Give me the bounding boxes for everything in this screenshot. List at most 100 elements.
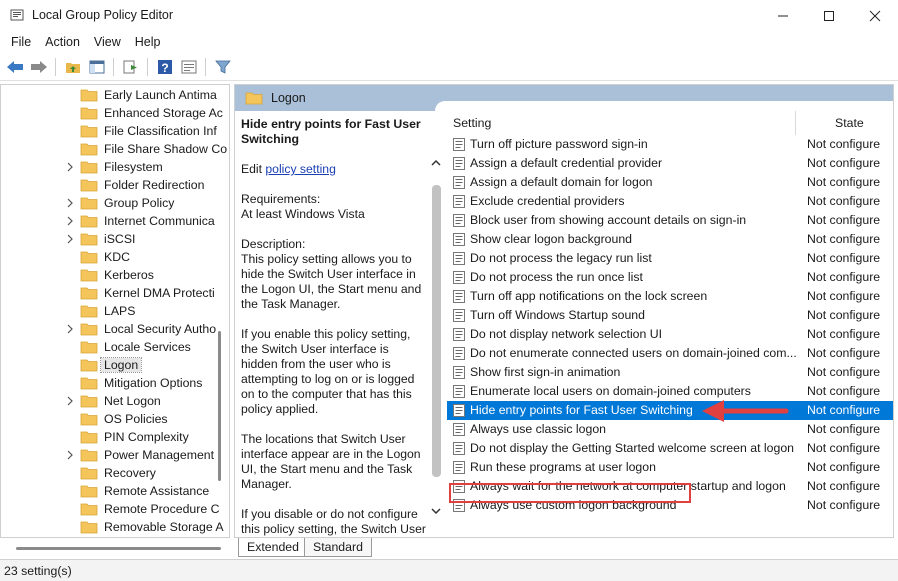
requirements-label: Requirements: [241, 192, 321, 206]
policy-setting-icon [453, 157, 465, 170]
back-button[interactable] [4, 56, 25, 77]
chevron-right-icon[interactable] [65, 450, 75, 460]
folder-icon [80, 179, 98, 192]
column-divider[interactable] [795, 111, 796, 135]
tree-item-label: File Share Shadow Co [104, 142, 228, 156]
tab-standard[interactable]: Standard [304, 538, 372, 557]
tree-item[interactable]: OS Policies [1, 410, 229, 428]
tree-vertical-scrollbar[interactable] [218, 331, 221, 481]
menu-view[interactable]: View [87, 33, 128, 51]
details-pane: Logon Hide entry points for Fast User Sw… [234, 84, 894, 538]
setting-state: Not configure [807, 175, 881, 189]
setting-row[interactable]: Show clear logon background Not configure [447, 230, 893, 249]
help-button[interactable]: ? [154, 56, 175, 77]
folder-icon [80, 341, 98, 354]
policy-setting-icon [453, 442, 465, 455]
minimize-button[interactable] [760, 0, 806, 31]
tree-item[interactable]: Internet Communica [1, 212, 229, 230]
back-arrow-icon [6, 60, 23, 73]
show-hide-tree-button[interactable] [86, 56, 107, 77]
tree-item[interactable]: Remote Assistance [1, 482, 229, 500]
tree-item[interactable]: Kernel DMA Protecti [1, 284, 229, 302]
tree-item-label: Power Management [104, 448, 215, 462]
description-paragraph-4: If you disable or do not configure this … [241, 507, 426, 536]
tree-item[interactable]: Local Security Autho [1, 320, 229, 338]
setting-row[interactable]: Turn off Windows Startup sound Not config… [447, 306, 893, 325]
policy-setting-link[interactable]: policy setting [265, 162, 335, 176]
tree-item[interactable]: File Classification Inf [1, 122, 229, 140]
tree-item[interactable]: Removable Storage A [1, 518, 229, 536]
setting-row[interactable]: Assign a default domain for logon Not con… [447, 173, 893, 192]
setting-row[interactable]: Always use classic logon Not configure [447, 420, 893, 439]
setting-row[interactable]: Assign a default credential provider Not … [447, 154, 893, 173]
setting-name: Show first sign-in animation [470, 365, 621, 379]
tree-item[interactable]: KDC [1, 248, 229, 266]
tree-horizontal-scroll-thumb[interactable] [16, 547, 221, 550]
setting-name: Assign a default credential provider [470, 156, 663, 170]
tree-item[interactable]: Enhanced Storage Ac [1, 104, 229, 122]
description-scroll-down-icon[interactable] [430, 505, 442, 517]
toolbar: ? [0, 53, 898, 81]
requirements-block: Requirements: At least Windows Vista [241, 192, 427, 222]
properties-button[interactable] [178, 56, 199, 77]
chevron-right-icon[interactable] [65, 234, 75, 244]
tree-item-label: Filesystem [104, 160, 163, 174]
tree-item[interactable]: PIN Complexity [1, 428, 229, 446]
extended-description: Hide entry points for Fast User Switchin… [241, 117, 427, 537]
setting-row[interactable]: Run these programs at user logon Not conf… [447, 458, 893, 477]
close-button[interactable] [852, 0, 898, 31]
setting-row[interactable]: Turn off app notifications on the lock s… [447, 287, 893, 306]
description-scroll-thumb[interactable] [432, 185, 441, 477]
filter-button[interactable] [212, 56, 233, 77]
tree-item[interactable]: Logon [1, 356, 229, 374]
menu-help[interactable]: Help [128, 33, 168, 51]
tree-item[interactable]: Kerberos [1, 266, 229, 284]
setting-name: Do not enumerate connected users on doma… [470, 346, 797, 360]
tree-item[interactable]: Remote Procedure C [1, 500, 229, 518]
description-scroll-up-icon[interactable] [430, 157, 442, 169]
menu-file[interactable]: File [4, 33, 38, 51]
setting-state: Not configure [807, 232, 881, 246]
folder-icon [80, 377, 98, 390]
tree-item[interactable]: Recovery [1, 464, 229, 482]
tree-item-label: Early Launch Antima [104, 88, 217, 102]
folder-icon [80, 161, 98, 174]
setting-row[interactable]: Do not enumerate connected users on doma… [447, 344, 893, 363]
setting-row[interactable]: Block user from showing account details … [447, 211, 893, 230]
setting-row[interactable]: Do not display the Getting Started welco… [447, 439, 893, 458]
setting-row[interactable]: Hide entry points for Fast User Switchin… [447, 401, 893, 420]
forward-button[interactable] [28, 56, 49, 77]
tree-item[interactable]: Locale Services [1, 338, 229, 356]
setting-row[interactable]: Do not process the run once list Not conf… [447, 268, 893, 287]
tree-item[interactable]: Mitigation Options [1, 374, 229, 392]
tree-item[interactable]: Early Launch Antima [1, 86, 229, 104]
setting-row[interactable]: Turn off picture password sign-in Not con… [447, 135, 893, 154]
chevron-right-icon[interactable] [65, 396, 75, 406]
tab-extended[interactable]: Extended [238, 538, 308, 557]
setting-row[interactable]: Exclude credential providers Not configur… [447, 192, 893, 211]
tree-item-label: Remote Procedure C [104, 502, 220, 516]
tree-item[interactable]: Folder Redirection [1, 176, 229, 194]
tree-item[interactable]: Net Logon [1, 392, 229, 410]
chevron-right-icon[interactable] [65, 324, 75, 334]
setting-row[interactable]: Show first sign-in animation Not configur… [447, 363, 893, 382]
export-list-button[interactable] [120, 56, 141, 77]
policy-setting-icon [453, 385, 465, 398]
tree-item[interactable]: LAPS [1, 302, 229, 320]
tree-item[interactable]: iSCSI [1, 230, 229, 248]
tree-item-label: Removable Storage A [104, 520, 224, 534]
chevron-right-icon[interactable] [65, 198, 75, 208]
maximize-button[interactable] [806, 0, 852, 31]
setting-row[interactable]: Do not process the legacy run list Not co… [447, 249, 893, 268]
chevron-right-icon[interactable] [65, 162, 75, 172]
tree-item[interactable]: Power Management [1, 446, 229, 464]
setting-row[interactable]: Enumerate local users on domain-joined c… [447, 382, 893, 401]
chevron-right-icon[interactable] [65, 216, 75, 226]
setting-row[interactable]: Do not display network selection UI Not c… [447, 325, 893, 344]
up-one-level-button[interactable] [62, 56, 83, 77]
tree-item[interactable]: Group Policy [1, 194, 229, 212]
menu-action[interactable]: Action [38, 33, 87, 51]
tree-item[interactable]: File Share Shadow Co [1, 140, 229, 158]
tree-item[interactable]: Filesystem [1, 158, 229, 176]
tree-item-label: Local Security Autho [104, 322, 217, 336]
